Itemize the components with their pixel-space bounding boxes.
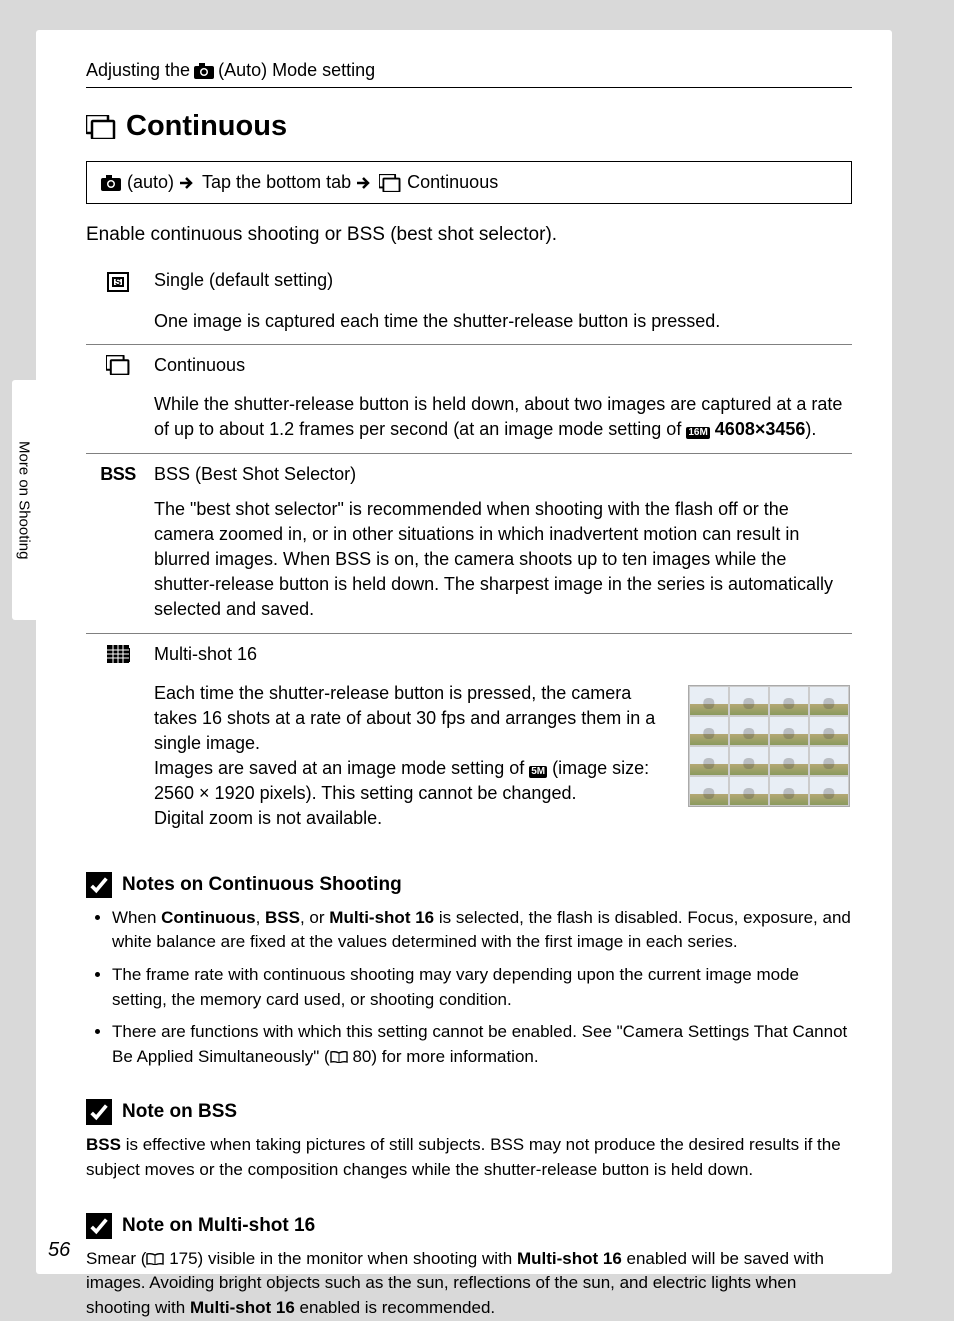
option-name: Single (default setting) bbox=[150, 264, 852, 303]
option-desc: Each time the shutter-release button is … bbox=[150, 675, 852, 842]
camera-icon bbox=[101, 175, 121, 191]
section-tab: More on Shooting bbox=[12, 380, 36, 620]
divider bbox=[86, 87, 852, 88]
note-body: BSS is effective when taking pictures of… bbox=[86, 1133, 852, 1182]
svg-text:S: S bbox=[115, 277, 121, 287]
note-continuous: Notes on Continuous Shooting When Contin… bbox=[86, 872, 852, 1070]
arrow-icon bbox=[180, 176, 196, 190]
grid-icon bbox=[86, 633, 150, 675]
page-number: 56 bbox=[48, 1239, 70, 1262]
check-icon bbox=[86, 1099, 112, 1125]
note-list: When Continuous, BSS, or Multi-shot 16 i… bbox=[92, 906, 852, 1070]
5m-icon: 5M bbox=[529, 766, 547, 778]
book-icon bbox=[146, 1253, 164, 1265]
nav-text: Tap the bottom tab bbox=[202, 172, 351, 193]
option-desc: One image is captured each time the shut… bbox=[150, 303, 852, 345]
header-prefix: Adjusting the bbox=[86, 60, 190, 81]
option-name: BSS (Best Shot Selector) bbox=[150, 453, 852, 491]
check-icon bbox=[86, 1213, 112, 1239]
note-heading-text: Note on Multi-shot 16 bbox=[122, 1215, 315, 1237]
bss-icon: BSS bbox=[86, 453, 150, 491]
note-bss: Note on BSS BSS is effective when taking… bbox=[86, 1099, 852, 1182]
navigation-path: (auto) Tap the bottom tab Continuous bbox=[86, 161, 852, 204]
continuous-icon bbox=[86, 115, 116, 139]
title-text: Continuous bbox=[126, 110, 287, 143]
nav-text: (auto) bbox=[127, 172, 174, 193]
note-item: The frame rate with continuous shooting … bbox=[112, 963, 852, 1012]
note-item: There are functions with which this sett… bbox=[112, 1020, 852, 1069]
16m-icon: 16M bbox=[686, 427, 709, 439]
page-content: Adjusting the (Auto) Mode setting Contin… bbox=[36, 30, 892, 1274]
section-label: More on Shooting bbox=[16, 441, 33, 559]
header-suffix: (Auto) Mode setting bbox=[218, 60, 375, 81]
option-desc: While the shutter-release button is held… bbox=[150, 386, 852, 453]
note-heading-text: Notes on Continuous Shooting bbox=[122, 874, 402, 896]
option-desc: The "best shot selector" is recommended … bbox=[150, 491, 852, 633]
page-title: Continuous bbox=[86, 110, 852, 143]
option-name: Continuous bbox=[150, 345, 852, 387]
continuous-icon bbox=[86, 345, 150, 387]
document-page: More on Shooting Adjusting the (Auto) Mo… bbox=[0, 0, 954, 1314]
note-heading-text: Note on BSS bbox=[122, 1101, 237, 1123]
intro-text: Enable continuous shooting or BSS (best … bbox=[86, 224, 852, 246]
single-icon: S bbox=[86, 264, 150, 303]
note-item: When Continuous, BSS, or Multi-shot 16 i… bbox=[112, 906, 852, 955]
nav-text: Continuous bbox=[407, 172, 498, 193]
book-icon bbox=[330, 1051, 348, 1063]
note-multishot: Note on Multi-shot 16 Smear ( 175) visib… bbox=[86, 1213, 852, 1321]
check-icon bbox=[86, 872, 112, 898]
options-table: S Single (default setting) One image is … bbox=[86, 264, 852, 842]
arrow-icon bbox=[357, 176, 373, 190]
option-name: Multi-shot 16 bbox=[150, 633, 852, 675]
note-body: Smear ( 175) visible in the monitor when… bbox=[86, 1247, 852, 1321]
header: Adjusting the (Auto) Mode setting bbox=[86, 60, 852, 81]
camera-icon bbox=[194, 63, 214, 79]
multishot-example-image bbox=[688, 681, 848, 807]
continuous-icon bbox=[379, 174, 401, 192]
